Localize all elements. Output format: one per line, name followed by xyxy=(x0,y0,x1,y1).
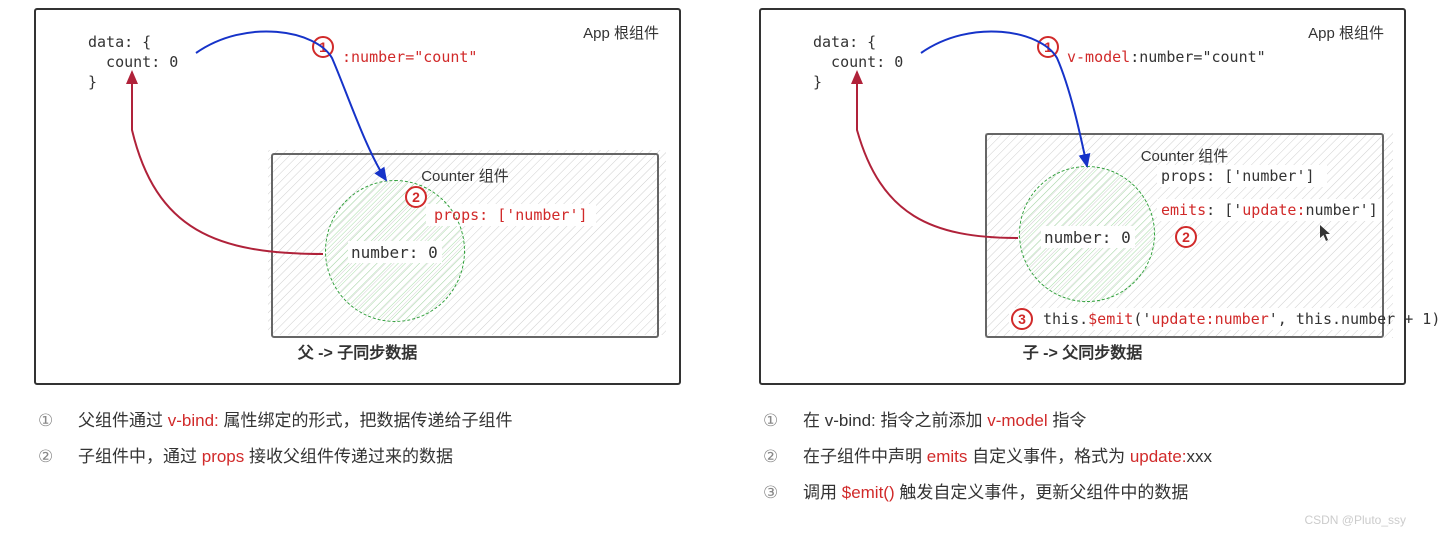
emit-call: this.$emit('update:number', this.number … xyxy=(1043,310,1440,328)
caption: 子 -> 父同步数据 xyxy=(761,339,1404,363)
bullet-1: ① 父组件通过 v-bind: 属性绑定的形式，把数据传递给子组件 xyxy=(38,403,685,439)
data-declaration: data: { count: 0 } xyxy=(88,32,178,92)
badge-1: 1 xyxy=(312,36,334,58)
counter-title: Counter 组件 xyxy=(289,165,641,186)
props-declaration: props: ['number'] xyxy=(1161,167,1315,185)
app-title: App 根组件 xyxy=(583,22,659,43)
props-declaration: props: ['number'] xyxy=(434,206,588,224)
app-root-box: App 根组件 data: { count: 0 } 1 v-model:num… xyxy=(759,8,1406,385)
badge-2: 2 xyxy=(1175,226,1197,248)
emits-declaration: emits: ['update:number'] xyxy=(1161,201,1378,219)
watermark: CSDN @Pluto_ssy xyxy=(1304,513,1406,527)
vbind-directive: :number="count" xyxy=(342,48,477,66)
counter-title: Counter 组件 xyxy=(1003,145,1366,166)
bullet-1: ① 在 v-bind: 指令之前添加 v-model 指令 xyxy=(763,403,1410,439)
number-value: number: 0 xyxy=(351,243,438,262)
cursor-icon xyxy=(1319,224,1333,242)
vmodel-directive: v-model:number="count" xyxy=(1067,48,1266,66)
left-column: App 根组件 data: { count: 0 } 1 :number="co… xyxy=(30,4,685,511)
badge-2: 2 xyxy=(405,186,427,208)
bullet-3: ③ 调用 $emit() 触发自定义事件，更新父组件中的数据 xyxy=(763,475,1410,511)
badge-1: 1 xyxy=(1037,36,1059,58)
diagram-parent-to-child: App 根组件 data: { count: 0 } 1 :number="co… xyxy=(30,4,685,389)
bullet-2: ② 子组件中，通过 props 接收父组件传递过来的数据 xyxy=(38,439,685,475)
diagram-child-to-parent: App 根组件 data: { count: 0 } 1 v-model:num… xyxy=(755,4,1410,389)
right-column: App 根组件 data: { count: 0 } 1 v-model:num… xyxy=(755,4,1410,511)
number-value: number: 0 xyxy=(1044,228,1131,247)
data-declaration: data: { count: 0 } xyxy=(813,32,903,92)
bullet-2: ② 在子组件中声明 emits 自定义事件，格式为 update:xxx xyxy=(763,439,1410,475)
app-root-box: App 根组件 data: { count: 0 } 1 :number="co… xyxy=(34,8,681,385)
app-title: App 根组件 xyxy=(1308,22,1384,43)
badge-3: 3 xyxy=(1011,308,1033,330)
explanation-list-right: ① 在 v-bind: 指令之前添加 v-model 指令 ② 在子组件中声明 … xyxy=(755,403,1410,511)
caption: 父 -> 子同步数据 xyxy=(36,339,679,363)
explanation-list-left: ① 父组件通过 v-bind: 属性绑定的形式，把数据传递给子组件 ② 子组件中… xyxy=(30,403,685,475)
